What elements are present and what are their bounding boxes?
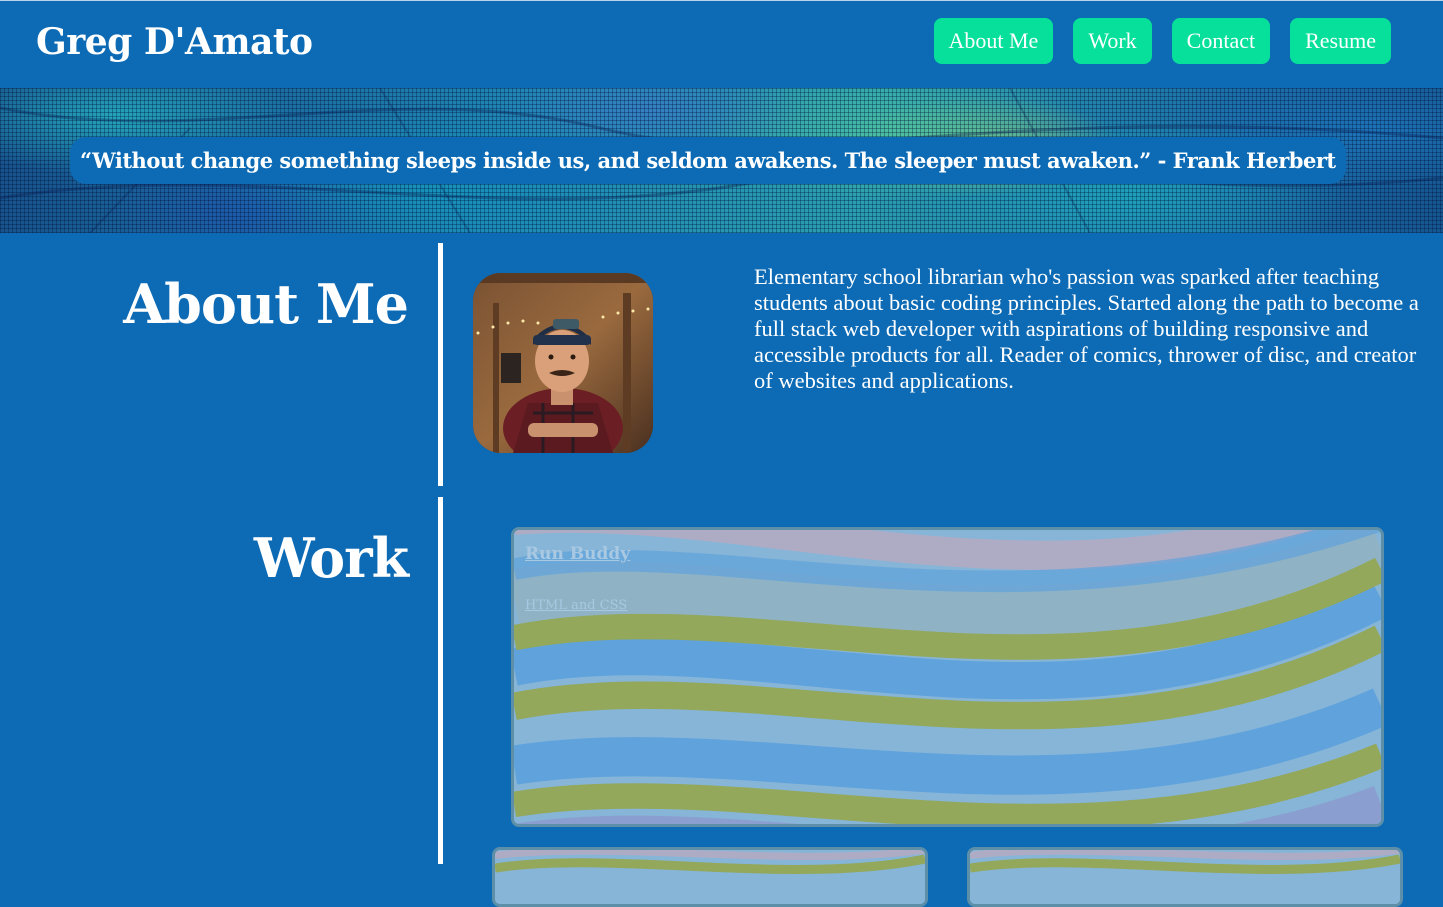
main-nav: About Me Work Contact Resume xyxy=(933,18,1391,64)
project-card-run-buddy[interactable]: Run Buddy HTML and CSS xyxy=(511,527,1384,827)
nav-resume-button[interactable]: Resume xyxy=(1290,18,1391,64)
quote-banner: “Without change something sleeps inside … xyxy=(0,88,1443,233)
project-card-2[interactable] xyxy=(492,847,928,907)
site-header: Greg D'Amato About Me Work Contact Resum… xyxy=(0,0,1443,88)
project-title-link[interactable]: Run Buddy xyxy=(525,544,630,564)
nav-contact-button[interactable]: Contact xyxy=(1171,18,1271,64)
project-tech-link[interactable]: HTML and CSS xyxy=(525,598,627,613)
work-divider xyxy=(438,497,443,864)
project-card-3[interactable] xyxy=(967,847,1403,907)
nav-about-me-button[interactable]: About Me xyxy=(933,18,1054,64)
about-divider xyxy=(438,243,443,486)
work-heading: Work xyxy=(253,526,409,590)
site-name: Greg D'Amato xyxy=(36,21,313,63)
about-bio: Elementary school librarian who's passio… xyxy=(754,264,1419,393)
nav-work-button[interactable]: Work xyxy=(1073,18,1152,64)
avatar xyxy=(473,273,653,453)
about-heading: About Me xyxy=(123,272,409,336)
project-background-image xyxy=(495,850,925,904)
banner-quote: “Without change something sleeps inside … xyxy=(70,137,1346,184)
project-background-image xyxy=(514,530,1381,824)
project-background-image xyxy=(970,850,1400,904)
